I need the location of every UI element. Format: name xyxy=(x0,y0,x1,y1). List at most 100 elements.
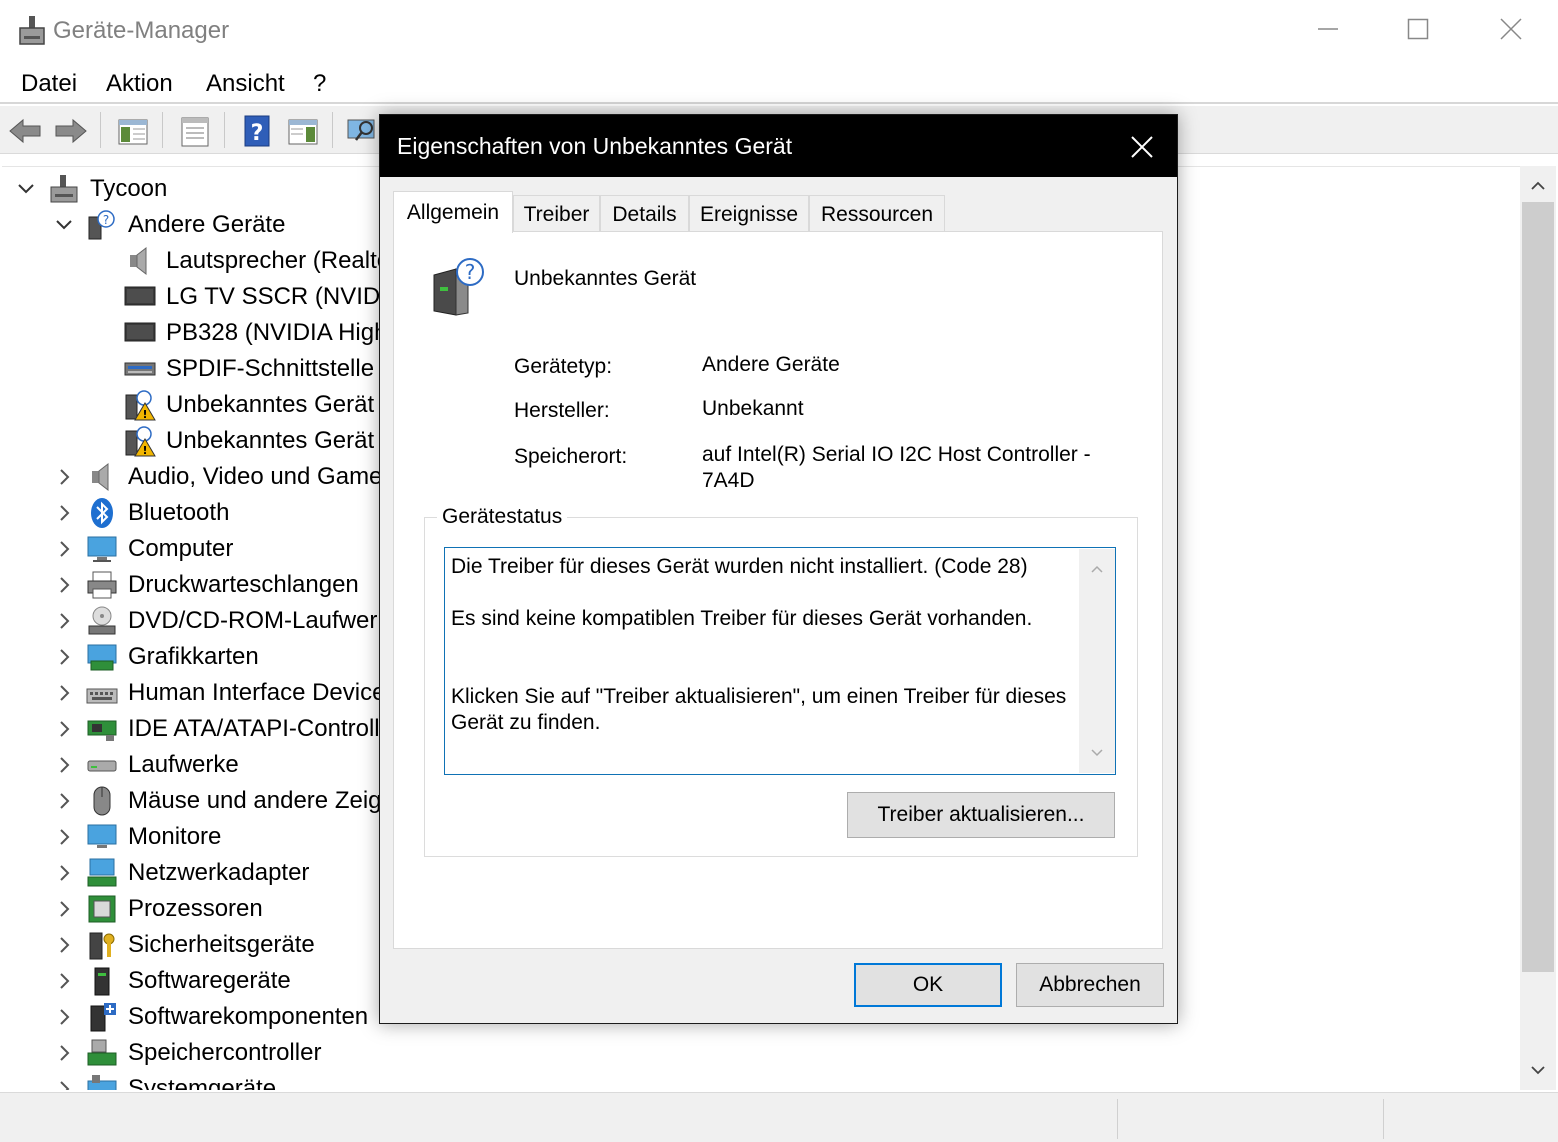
tree-device-item[interactable]: ! Unbekanntes Gerät xyxy=(2,423,402,459)
back-arrow-icon[interactable] xyxy=(8,114,42,148)
main-titlebar[interactable]: Geräte-Manager xyxy=(0,0,1558,62)
tab-allgemein[interactable]: Allgemein xyxy=(393,191,513,233)
tree-device-item[interactable]: LG TV SSCR (NVIDIA H xyxy=(2,279,426,315)
maximize-icon xyxy=(1407,18,1429,40)
tree-category-item[interactable]: Grafikkarten xyxy=(2,639,402,675)
chevron-right-icon[interactable] xyxy=(54,467,74,487)
menu-datei[interactable]: Datei xyxy=(21,70,77,98)
tree-category-item[interactable]: Systemgeräte xyxy=(2,1071,402,1090)
chevron-right-icon[interactable] xyxy=(54,827,74,847)
scrollbar-thumb[interactable] xyxy=(1522,202,1554,972)
dialog-titlebar[interactable]: Eigenschaften von Unbekanntes Gerät xyxy=(380,115,1177,177)
chevron-right-icon[interactable] xyxy=(54,899,74,919)
tree-category-item[interactable]: Human Interface Devices xyxy=(2,675,402,711)
location-value: auf Intel(R) Serial IO I2C Host Controll… xyxy=(702,443,1091,492)
tree-category-item[interactable]: Sicherheitsgeräte xyxy=(2,927,402,963)
tab-details[interactable]: Details xyxy=(600,195,689,233)
forward-arrow-icon[interactable] xyxy=(54,114,88,148)
chevron-right-icon[interactable] xyxy=(54,611,74,631)
tree-category-item[interactable]: Softwaregeräte xyxy=(2,963,402,999)
scroll-down-arrow-icon[interactable] xyxy=(1528,1060,1548,1080)
close-window-button[interactable] xyxy=(1466,0,1556,58)
update-driver-button[interactable]: Treiber aktualisieren... xyxy=(847,792,1115,838)
tree-category-item[interactable]: Bluetooth xyxy=(2,495,402,531)
tree-category-item[interactable]: Druckwarteschlangen xyxy=(2,567,402,603)
chevron-right-icon[interactable] xyxy=(54,791,74,811)
tree-category-item[interactable]: Laufwerke xyxy=(2,747,402,783)
tree-category-item[interactable]: Computer xyxy=(2,531,402,567)
menu-ansicht[interactable]: Ansicht xyxy=(206,70,285,98)
action-pane-icon[interactable] xyxy=(286,114,320,148)
tree-device-label: Unbekanntes Gerät xyxy=(166,391,375,418)
tree-device-item[interactable]: ! Unbekanntes Gerät xyxy=(2,387,402,423)
scan-hardware-icon[interactable] xyxy=(346,114,380,148)
location-label: Speicherort: xyxy=(514,445,628,468)
device-status-text: Die Treiber für dieses Gerät wurden nich… xyxy=(451,555,1067,734)
tree-category-item[interactable]: Monitore xyxy=(2,819,402,855)
tree-scrollbar[interactable] xyxy=(1520,166,1556,1090)
scroll-down-arrow-icon[interactable] xyxy=(1089,745,1105,761)
ok-button[interactable]: OK xyxy=(854,963,1002,1007)
tree-device-item[interactable]: SPDIF-Schnittstelle (F xyxy=(2,351,403,387)
tree-category-item[interactable]: Prozessoren xyxy=(2,891,402,927)
menu-help[interactable]: ? xyxy=(313,70,326,98)
tree-category-item[interactable]: Speichercontroller xyxy=(2,1035,402,1071)
tree-category-label: Grafikkarten xyxy=(128,643,259,670)
tree-category-label: DVD/CD-ROM-Laufwerk xyxy=(128,607,390,634)
tree-device-item[interactable]: PB328 (NVIDIA High xyxy=(2,315,402,351)
tree-category-item[interactable]: Mäuse und andere Zeig xyxy=(2,783,402,819)
svg-text:?: ? xyxy=(465,260,476,284)
tree-device-item[interactable]: Lautsprecher (Realtel xyxy=(2,243,402,279)
tree-category-label: Systemgeräte xyxy=(128,1075,277,1090)
help-icon[interactable]: ? xyxy=(240,114,274,148)
minimize-button[interactable] xyxy=(1283,0,1373,58)
chevron-right-icon[interactable] xyxy=(54,719,74,739)
properties-icon[interactable] xyxy=(178,114,212,148)
close-icon xyxy=(1500,18,1522,40)
sound-card-icon xyxy=(124,362,156,376)
maximize-button[interactable] xyxy=(1373,0,1463,58)
chevron-right-icon[interactable] xyxy=(54,647,74,667)
menu-aktion[interactable]: Aktion xyxy=(106,70,173,98)
chevron-down-icon[interactable] xyxy=(16,179,36,199)
tab-treiber[interactable]: Treiber xyxy=(513,195,600,233)
status-scrollbar[interactable] xyxy=(1079,549,1115,773)
tree-category-label: Audio, Video und Gamec xyxy=(128,463,395,490)
chevron-right-icon[interactable] xyxy=(54,1007,74,1027)
dialog-close-button[interactable] xyxy=(1120,127,1164,167)
chevron-right-icon[interactable] xyxy=(54,935,74,955)
tree-category-label: Monitore xyxy=(128,823,222,850)
chevron-right-icon[interactable] xyxy=(54,683,74,703)
tree-category-label: Laufwerke xyxy=(128,751,239,778)
window-title: Geräte-Manager xyxy=(53,17,230,44)
tree-category-item[interactable]: Audio, Video und Gamec xyxy=(2,459,402,495)
chevron-right-icon[interactable] xyxy=(54,755,74,775)
chevron-down-icon[interactable] xyxy=(54,215,74,235)
device-status-textbox[interactable]: Die Treiber für dieses Gerät wurden nich… xyxy=(444,547,1116,775)
chevron-right-icon[interactable] xyxy=(54,1043,74,1063)
chevron-right-icon[interactable] xyxy=(54,971,74,991)
tree-category-andere-geraete[interactable]: ? Andere Geräte xyxy=(2,207,402,243)
tab-ereignisse[interactable]: Ereignisse xyxy=(689,195,809,233)
chevron-right-icon[interactable] xyxy=(54,1079,74,1090)
chevron-right-icon[interactable] xyxy=(54,539,74,559)
chevron-right-icon[interactable] xyxy=(54,575,74,595)
status-bar xyxy=(0,1092,1558,1142)
scroll-up-arrow-icon[interactable] xyxy=(1089,561,1105,577)
dvd-drive-icon xyxy=(88,606,116,635)
tree-category-label: Prozessoren xyxy=(128,895,263,922)
chevron-right-icon[interactable] xyxy=(54,503,74,523)
scroll-up-arrow-icon[interactable] xyxy=(1528,176,1548,196)
mouse-icon xyxy=(93,786,111,816)
chevron-right-icon[interactable] xyxy=(54,863,74,883)
tree-category-label: Computer xyxy=(128,535,234,562)
tree-category-item[interactable]: Softwarekomponenten xyxy=(2,999,402,1035)
tree-root-tycoon[interactable]: Tycoon xyxy=(2,171,402,207)
speaker-icon xyxy=(130,246,147,276)
tab-ressourcen[interactable]: Ressourcen xyxy=(809,195,945,233)
tree-category-item[interactable]: IDE ATA/ATAPI-Controller xyxy=(2,711,402,747)
show-hide-console-tree-icon[interactable] xyxy=(116,114,150,148)
cancel-button[interactable]: Abbrechen xyxy=(1016,963,1164,1007)
tree-category-item[interactable]: DVD/CD-ROM-Laufwerk xyxy=(2,603,402,639)
tree-category-item[interactable]: Netzwerkadapter xyxy=(2,855,402,891)
